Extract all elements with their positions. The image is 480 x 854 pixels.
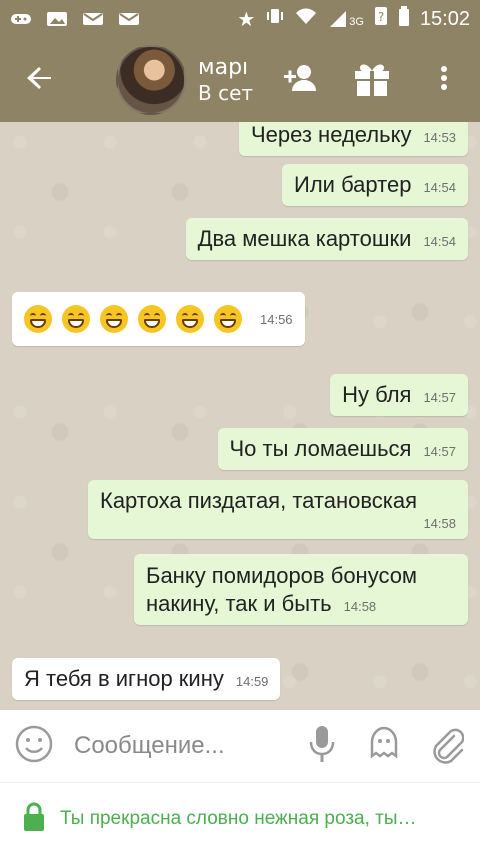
message-time: 14:58 [343, 598, 377, 614]
gift-button[interactable] [350, 58, 394, 102]
emoji-row [24, 305, 242, 333]
message-bubble[interactable]: Чо ты ломаешься 14:57 [217, 428, 468, 470]
gift-icon [353, 60, 391, 100]
svg-text:?: ? [378, 10, 384, 24]
message-list[interactable]: Через недельку 14:53 Или бартер 14:54 Два … [0, 122, 480, 710]
message-text: Чо ты ломаешься [229, 436, 412, 461]
mail-icon [82, 10, 104, 28]
message-text: Картоха пиздатая, татановская [100, 488, 418, 513]
composer: Сообщение... [0, 710, 480, 782]
message-time: 14:57 [423, 390, 456, 405]
message-time: 14:54 [423, 180, 456, 195]
message-text: Ну бля [342, 382, 412, 407]
message-bubble[interactable]: Или бартер 14:54 [282, 164, 468, 206]
avatar[interactable] [116, 45, 186, 115]
message-text: Или бартер [294, 172, 412, 197]
contact-info[interactable]: марı В сет [198, 55, 268, 105]
message-text: Два мешка картошки [197, 226, 412, 251]
message-time: 14:53 [423, 130, 456, 145]
image-icon [46, 10, 68, 28]
grinning-face-icon [24, 305, 52, 333]
message-bubble[interactable]: Ну бля 14:57 [330, 374, 468, 416]
person-add-icon [282, 63, 318, 97]
message-time: 14:56 [260, 311, 293, 327]
chat-header: марı В сет [0, 38, 480, 122]
paperclip-icon [428, 724, 465, 768]
smiley-icon [14, 724, 54, 768]
message-bubble[interactable]: Через недельку 14:53 [238, 122, 468, 156]
contact-status: В сет [198, 81, 254, 106]
more-vert-icon [440, 65, 448, 95]
lock-icon [22, 802, 46, 836]
microphone-icon [308, 724, 336, 768]
unknown-icon: ? [374, 6, 388, 32]
grinning-face-icon [214, 305, 242, 333]
encryption-hint[interactable]: Ты прекрасна словно нежная роза, ты… [0, 782, 480, 854]
grinning-face-icon [138, 305, 166, 333]
message-bubble[interactable]: 14:56 [12, 292, 305, 346]
gamepad-icon [10, 10, 32, 28]
message-text: Я тебя в игнор кину [24, 666, 224, 691]
message-text: Банку помидоров бонусом накину, так и бы… [146, 563, 418, 616]
hint-text: Ты прекрасна словно нежная роза, ты… [60, 807, 417, 829]
star-icon: ★ [237, 8, 256, 31]
back-button[interactable] [0, 38, 80, 122]
menu-button[interactable] [422, 58, 466, 102]
wifi-icon [295, 7, 317, 31]
message-time: 14:54 [423, 234, 456, 249]
sticker-button[interactable] [362, 724, 406, 768]
message-time: 14:57 [423, 444, 456, 459]
message-text: Через недельку [250, 122, 412, 147]
message-time: 14:58 [423, 516, 456, 531]
message-input[interactable]: Сообщение... [74, 732, 300, 760]
clock: 15:02 [419, 7, 470, 30]
vibrate-icon [265, 7, 285, 31]
voice-button[interactable] [300, 724, 344, 768]
emoji-button[interactable] [12, 724, 56, 768]
arrow-left-icon [27, 65, 53, 95]
signal-icon: 3G [327, 10, 364, 28]
add-contact-button[interactable] [278, 58, 322, 102]
network-label: 3G [349, 16, 364, 28]
grinning-face-icon [62, 305, 90, 333]
message-bubble[interactable]: Картоха пиздатая, татановская 14:58 [88, 480, 468, 539]
grinning-face-icon [176, 305, 204, 333]
battery-icon [398, 6, 410, 32]
message-bubble[interactable]: Я тебя в игнор кину 14:59 [12, 658, 281, 700]
contact-name: марı [198, 54, 249, 80]
message-bubble[interactable]: Два мешка картошки 14:54 [185, 218, 468, 260]
grinning-face-icon [100, 305, 128, 333]
message-time: 14:59 [235, 674, 269, 689]
status-bar: ★ 3G ? 15:02 [0, 0, 480, 38]
ghost-icon [364, 724, 404, 768]
message-bubble[interactable]: Банку помидоров бонусом накину, так и бы… [134, 554, 468, 625]
mail-icon [118, 10, 140, 28]
attach-button[interactable] [424, 724, 468, 768]
